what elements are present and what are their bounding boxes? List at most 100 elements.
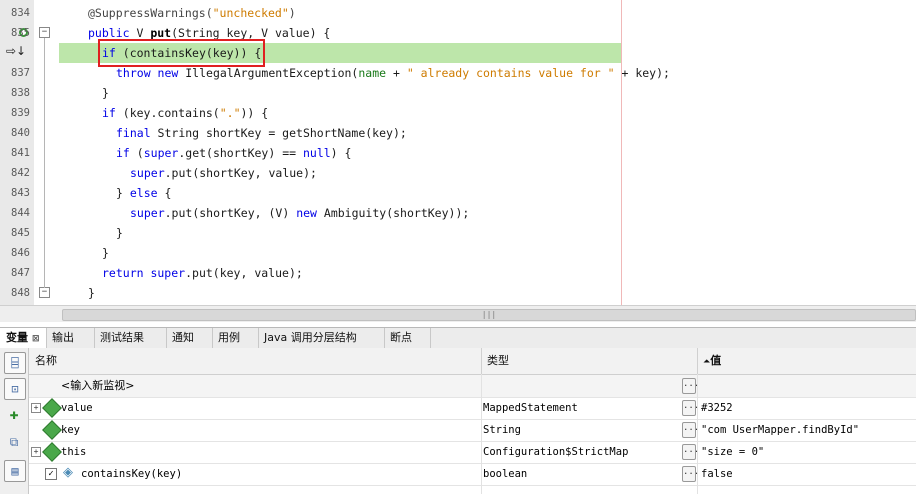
tab-5[interactable]: Java 调用分层结构 (258, 328, 385, 348)
customize-ellipsis-button[interactable]: ... (682, 444, 699, 460)
code-token: if (102, 46, 123, 60)
code-line[interactable]: 846} (0, 243, 916, 263)
code-token: .put(key, value); (185, 266, 303, 280)
code-token: "." (219, 106, 241, 120)
code-token: "unchecked" (212, 6, 289, 20)
tab-4[interactable]: 用例 (212, 328, 259, 348)
tab-close-icon[interactable]: ⊠ (32, 334, 40, 344)
field-icon (42, 420, 62, 440)
code-line[interactable]: 837 throw new IllegalArgumentException(na… (0, 63, 916, 83)
column-header-name[interactable]: 名称 (29, 348, 482, 374)
code-line[interactable]: 842 super.put(shortKey, value); (0, 163, 916, 183)
code-line[interactable]: 840 final String shortKey = getShortName(… (0, 123, 916, 143)
expand-toggle-icon[interactable]: + (31, 403, 41, 413)
column-divider[interactable] (697, 374, 698, 494)
code-line[interactable]: 835 public V put(String key, V value) { (0, 23, 916, 43)
code-line[interactable]: 834 @SuppressWarnings("unchecked") (0, 3, 916, 23)
line-number: 843 (11, 187, 30, 199)
bottom-panel-tabs: 变量 ⊠ 输出 测试结果 通知 用例 Java 调用分层结构 断点 (0, 327, 916, 349)
customize-ellipsis-button[interactable]: ... (682, 400, 699, 416)
variable-type: boolean (483, 468, 528, 480)
line-number: 844 (11, 207, 30, 219)
code-line[interactable]: 844 super.put(shortKey, (V) new Ambiguity… (0, 203, 916, 223)
code-line[interactable]: 847 return super.put(key, value); (0, 263, 916, 283)
code-token: return super (102, 266, 186, 280)
code-token: super (130, 206, 165, 220)
field-icon (42, 398, 62, 418)
code-token: (key.contains( (122, 106, 220, 120)
show-static-icon[interactable]: ⊡ (4, 378, 26, 400)
line-number: 837 (11, 67, 30, 79)
code-token: else (129, 186, 165, 200)
line-number: 834 (11, 7, 30, 19)
variable-row[interactable]: ✓ ◈ containsKey(key) boolean... false (29, 463, 916, 486)
variable-row[interactable]: key String... "com UserMapper.findById" (29, 419, 916, 442)
line-number: 839 (11, 107, 30, 119)
code-line[interactable]: 843 } else { (0, 183, 916, 203)
tab-6[interactable]: 断点 (384, 328, 431, 348)
tab-label: 变量 (6, 331, 28, 344)
code-token: super (143, 146, 179, 160)
code-token: + (386, 66, 407, 80)
code-line[interactable]: 845} (0, 223, 916, 243)
variable-row[interactable]: <输入新监视>... (29, 375, 916, 398)
column-divider[interactable] (481, 374, 482, 494)
code-text: if (key.contains(".")) { (102, 103, 268, 123)
horizontal-scrollbar[interactable]: ||| (0, 305, 916, 322)
variable-type (483, 375, 679, 397)
tab-label: 输出 (52, 331, 74, 344)
code-token: null (302, 146, 331, 160)
customize-ellipsis-button[interactable]: ... (682, 422, 699, 438)
tab-1[interactable]: 输出 (46, 328, 95, 348)
code-editor[interactable]: ⇨↓ − − 834 @SuppressWarnings("unchecked") 8… (0, 0, 916, 305)
code-token: " already contains value for " (406, 66, 615, 80)
column-header-type[interactable]: 类型 (481, 348, 698, 374)
code-token: (containsKey(key)) { (122, 46, 262, 60)
customize-ellipsis-button[interactable]: ... (682, 466, 699, 482)
code-token: ) (288, 6, 296, 20)
variable-value[interactable]: "size = 0" (701, 441, 914, 463)
variable-value[interactable]: "com UserMapper.findById" (701, 419, 914, 441)
code-token: final (116, 126, 158, 140)
add-watch-icon[interactable]: ✚ (4, 404, 24, 424)
code-line[interactable]: 841 if (super.get(shortKey) == null) { (0, 143, 916, 163)
code-line[interactable]: 848} (0, 283, 916, 303)
code-text: } (116, 223, 123, 243)
column-header-value[interactable]: ⏶值 (697, 348, 916, 374)
variables-table: 名称 类型 ⏶值 <输入新监视>... + value MappedStatement… (29, 348, 916, 494)
code-line[interactable]: 838} (0, 83, 916, 103)
variable-value[interactable]: false (701, 463, 914, 485)
tab-3[interactable]: 通知 (166, 328, 213, 348)
columns-icon[interactable]: ▤ (4, 460, 26, 482)
variable-name: <输入新监视> (61, 379, 135, 392)
evaluate-icon[interactable]: ⧉ (4, 432, 24, 452)
code-token: } (102, 86, 109, 100)
variable-row[interactable]: + this Configuration$StrictMap... "size = 0… (29, 441, 916, 464)
variable-name: this (61, 446, 87, 458)
code-token: ( (136, 146, 144, 160)
field-icon (42, 442, 62, 462)
code-token: } (116, 186, 130, 200)
variable-value[interactable] (701, 375, 914, 397)
line-number: 845 (11, 227, 30, 239)
code-text: if (super.get(shortKey) == null) { (116, 143, 351, 163)
code-text: } else { (116, 183, 171, 203)
line-number: 840 (11, 127, 30, 139)
expand-toggle-icon[interactable]: + (31, 447, 41, 457)
code-token: IllegalArgumentException( (185, 66, 359, 80)
code-line[interactable]: if (containsKey(key)) { (0, 39, 916, 67)
variable-row[interactable]: + value MappedStatement... #3252 (29, 397, 916, 420)
code-token: name (358, 66, 387, 80)
tab-label: 通知 (172, 331, 194, 344)
scrollbar-thumb[interactable]: ||| (62, 309, 916, 321)
variable-value[interactable]: #3252 (701, 397, 914, 419)
code-line[interactable]: 839 if (key.contains(".")) { (0, 103, 916, 123)
tab-2[interactable]: 测试结果 (94, 328, 167, 348)
code-token: ) { (330, 146, 352, 160)
code-token: put (150, 26, 172, 40)
toggle-view-icon[interactable]: ⌸ (4, 352, 26, 374)
watch-enabled-checkbox[interactable]: ✓ (45, 468, 57, 480)
customize-ellipsis-button[interactable]: ... (682, 378, 699, 394)
tab-0[interactable]: 变量 ⊠ (0, 328, 47, 348)
code-text: public V put(String key, V value) { (88, 23, 330, 43)
